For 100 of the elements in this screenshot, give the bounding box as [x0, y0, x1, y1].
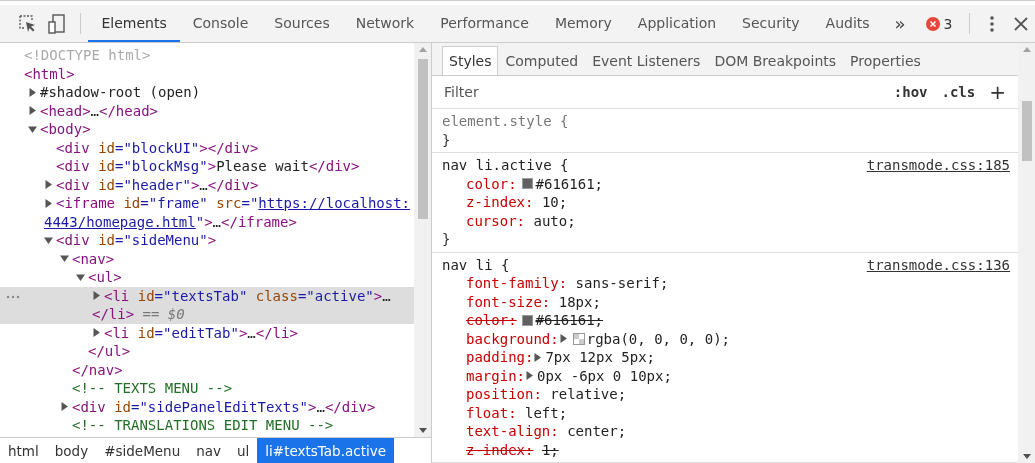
sidebar-tab[interactable]: Properties [843, 46, 928, 75]
scrollbar[interactable] [414, 43, 431, 437]
scrollbar[interactable] [1018, 43, 1035, 463]
dom-tree-row[interactable]: <div id="header">…</div> [0, 175, 414, 194]
panel-tab[interactable]: Performance [427, 5, 542, 42]
property-value[interactable]: left; [525, 403, 568, 422]
property-name[interactable]: font-family: [466, 274, 568, 293]
property-name[interactable]: float: [466, 403, 517, 422]
property-value[interactable]: #616161; [535, 174, 603, 193]
dom-tree-row[interactable]: <div id="sideMenu"> [0, 231, 414, 250]
transparent-swatch-icon[interactable] [572, 332, 585, 345]
hover-state-toggle[interactable]: :hov [893, 84, 928, 100]
property-value[interactable]: center; [567, 422, 627, 441]
dom-tree-row[interactable]: <!-- TEXTS MENU --> [0, 379, 414, 398]
dom-tree-row[interactable]: <head>…</head> [0, 101, 414, 120]
expand-triangle-icon[interactable] [28, 106, 37, 116]
breadcrumb[interactable]: nav [188, 438, 230, 463]
panel-tab[interactable]: Security [729, 5, 813, 42]
expand-triangle-icon[interactable] [525, 371, 534, 381]
dom-tree-row[interactable]: <body> [0, 120, 414, 139]
property-name[interactable]: text-align: [466, 422, 559, 441]
expand-triangle-icon[interactable] [44, 198, 53, 208]
new-rule-button[interactable]: + [989, 80, 1012, 104]
dom-node-text: #shadow-root (open) [40, 83, 201, 102]
dom-tree-row[interactable]: </li> == $0 [0, 305, 414, 324]
breadcrumb[interactable]: #sideMenu [96, 438, 189, 463]
property-value[interactable]: 0px -6px 0 10px; [537, 366, 672, 385]
sidebar-tab[interactable]: Event Listeners [585, 46, 708, 75]
expand-triangle-icon[interactable] [60, 402, 69, 412]
css-selector[interactable]: nav li { [442, 255, 510, 274]
css-selector[interactable]: element.style { [442, 112, 569, 131]
color-swatch-icon[interactable] [521, 178, 533, 190]
property-value[interactable]: sans-serif; [575, 274, 669, 293]
class-toggle[interactable]: .cls [941, 84, 976, 100]
expand-triangle-icon[interactable] [28, 87, 37, 97]
expand-triangle-icon[interactable] [558, 334, 568, 344]
property-name[interactable]: color: [466, 311, 517, 330]
sidebar-tab[interactable]: Computed [498, 46, 586, 75]
dom-tree-row[interactable]: <div id="sidePanelEditTexts">…</div> [0, 397, 414, 416]
dom-tree-row[interactable]: <html> [0, 64, 414, 83]
property-name[interactable]: cursor: [466, 211, 525, 230]
breadcrumb[interactable]: body [46, 438, 97, 463]
panel-tab[interactable]: Memory [541, 5, 625, 42]
dom-node-text: <!-- TEXTS MENU --> [72, 379, 233, 398]
expand-triangle-icon[interactable] [44, 180, 53, 190]
error-count[interactable]: 3 [943, 15, 953, 32]
expand-triangle-icon[interactable] [533, 352, 543, 362]
error-icon[interactable] [925, 16, 940, 31]
css-selector[interactable]: nav li.active { [442, 156, 569, 175]
more-tabs-button[interactable]: » [882, 5, 918, 42]
expand-triangle-icon[interactable] [92, 291, 101, 301]
property-name[interactable]: margin: [466, 366, 525, 385]
panel-tab[interactable]: Network [342, 5, 428, 42]
expand-triangle-icon[interactable] [28, 124, 37, 134]
property-value[interactable]: rgba(0, 0, 0, 0); [586, 329, 730, 348]
property-value[interactable]: 10; [541, 193, 568, 212]
breadcrumb[interactable]: ul [229, 438, 258, 463]
dom-tree-row[interactable]: <ul> [0, 268, 414, 287]
property-value[interactable]: 18px; [558, 292, 601, 311]
panel-tab[interactable]: Console [179, 5, 262, 42]
property-value[interactable]: auto; [533, 211, 576, 230]
more-dots-icon[interactable] [6, 294, 20, 299]
filter-field[interactable]: Filter [442, 83, 880, 101]
panel-tab[interactable]: Elements [88, 5, 180, 42]
property-name[interactable]: background: [466, 329, 559, 348]
expand-triangle-icon[interactable] [76, 272, 85, 282]
color-swatch-icon[interactable] [521, 314, 533, 326]
scrollbar-thumb[interactable] [1021, 101, 1032, 161]
panel-tab[interactable]: Audits [812, 5, 883, 42]
dom-tree-row[interactable]: <div id="blockMsg">Please wait</div> [0, 157, 414, 176]
panel-tab[interactable]: Sources [261, 5, 343, 42]
property-name[interactable]: color: [466, 174, 517, 193]
breadcrumb[interactable]: li#textsTab.active [257, 438, 394, 463]
property-value[interactable]: #616161; [535, 311, 603, 330]
sidebar-tab[interactable]: DOM Breakpoints [707, 46, 844, 75]
dom-tree-row[interactable]: 4443/homepage.html">…</iframe> [0, 212, 414, 231]
dom-tree-row[interactable]: <li id="editTab">…</li> [0, 323, 414, 342]
source-link[interactable]: transmode.css:185 [866, 156, 1010, 175]
property-value[interactable]: 7px 12px 5px; [545, 348, 655, 367]
source-link[interactable]: transmode.css:136 [866, 255, 1010, 274]
property-name[interactable]: position: [466, 385, 542, 404]
dom-tree-row[interactable]: <div id="blockUI"></div> [0, 138, 414, 157]
expand-triangle-icon[interactable] [44, 235, 53, 245]
property-value[interactable]: relative; [550, 385, 627, 404]
breadcrumb[interactable]: html [0, 438, 47, 463]
property-name[interactable]: padding: [466, 348, 534, 367]
panel-tab[interactable]: Application [624, 5, 730, 42]
expand-triangle-icon[interactable] [60, 254, 69, 264]
property-name[interactable]: z-index: [466, 193, 534, 212]
property-value[interactable]: 1; [541, 440, 559, 459]
dom-tree-row[interactable]: <nav> [0, 249, 414, 268]
expand-triangle-icon[interactable] [92, 328, 101, 338]
sidebar-tab[interactable]: Styles [442, 46, 499, 75]
property-name[interactable]: z-index: [466, 440, 534, 459]
dom-tree-row[interactable]: <li id="textsTab" class="active">… [0, 286, 414, 305]
property-name[interactable]: font-size: [466, 292, 551, 311]
scrollbar-thumb[interactable] [417, 59, 428, 219]
dom-tree-row[interactable]: #shadow-root (open) [0, 83, 414, 102]
dom-tree-row[interactable]: <!-- TRANSLATIONS EDIT MENU --> [0, 416, 414, 435]
dom-node-text: <div id="sidePanelEditTexts">…</div> [72, 397, 376, 416]
